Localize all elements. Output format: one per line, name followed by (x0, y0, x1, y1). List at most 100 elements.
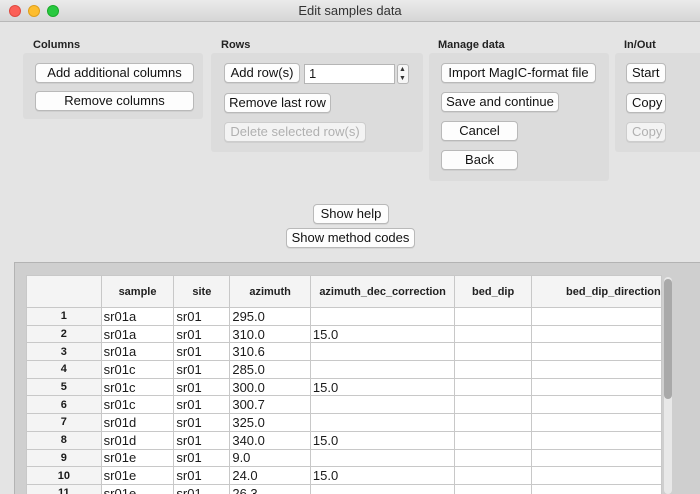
grid-cell-sample[interactable]: sr01e (100, 448, 175, 468)
grid-scroll-thumb[interactable] (664, 279, 672, 399)
grid-cell-bed-dip-direction[interactable] (530, 430, 662, 450)
grid-cell-site[interactable]: sr01 (173, 413, 231, 432)
row-count-input[interactable]: 1 (304, 64, 395, 84)
grid-cell-bed-dip-direction[interactable] (530, 342, 662, 362)
column-header-site[interactable]: site (173, 275, 231, 308)
save-and-continue-button[interactable]: Save and continue (441, 92, 559, 112)
grid-cell-site[interactable]: sr01 (173, 324, 231, 344)
grid-cell-sample[interactable]: sr01a (100, 307, 175, 326)
grid-cell-sample[interactable]: sr01c (100, 395, 175, 415)
grid-cell-bed-dip-direction[interactable] (530, 377, 662, 397)
add-rows-button[interactable]: Add row(s) (224, 63, 300, 83)
row-header[interactable]: 8 (26, 430, 102, 450)
back-button[interactable]: Back (441, 150, 518, 170)
row-header[interactable]: 6 (26, 395, 102, 415)
grid-cell-bed-dip-direction[interactable] (530, 395, 662, 415)
grid-cell-bed-dip-direction[interactable] (530, 466, 662, 485)
grid-cell-azimuth-dec-correction[interactable] (309, 307, 456, 326)
grid-cell-sample[interactable]: sr01e (100, 483, 175, 494)
grid-cell-bed-dip-direction[interactable] (530, 448, 662, 468)
grid-cell-bed-dip[interactable] (454, 466, 532, 485)
grid-cell-sample[interactable]: sr01a (100, 324, 175, 344)
grid-cell-site[interactable]: sr01 (173, 377, 231, 397)
grid-cell-azimuth-dec-correction[interactable] (309, 483, 456, 494)
stepper-up-icon[interactable]: ▲ (399, 66, 406, 74)
grid-cell-azimuth-dec-correction[interactable]: 15.0 (309, 466, 456, 485)
grid-cell-bed-dip-direction[interactable] (530, 307, 662, 326)
grid-cell-bed-dip[interactable] (454, 377, 532, 397)
column-header-sample[interactable]: sample (100, 275, 175, 308)
grid-cell-azimuth[interactable]: 310.0 (229, 324, 311, 344)
grid-cell-bed-dip[interactable] (454, 307, 532, 326)
add-columns-button[interactable]: Add additional columns (35, 63, 194, 83)
grid-cell-azimuth-dec-correction[interactable]: 15.0 (309, 377, 456, 397)
column-header-azimuth-dec-correction[interactable]: azimuth_dec_correction (309, 275, 456, 308)
grid-cell-bed-dip[interactable] (454, 324, 532, 344)
grid-cell-azimuth-dec-correction[interactable]: 15.0 (309, 324, 456, 344)
column-header-bed-dip-direction[interactable]: bed_dip_direction (530, 275, 662, 308)
row-header[interactable]: 4 (26, 360, 102, 379)
import-magic-file-button[interactable]: Import MagIC-format file (441, 63, 596, 83)
remove-columns-button[interactable]: Remove columns (35, 91, 194, 111)
grid-cell-site[interactable]: sr01 (173, 395, 231, 415)
row-header[interactable]: 9 (26, 448, 102, 468)
grid-cell-sample[interactable]: sr01a (100, 342, 175, 362)
delete-selected-rows-button[interactable]: Delete selected row(s) (224, 122, 366, 142)
grid-cell-sample[interactable]: sr01d (100, 413, 175, 432)
grid-cell-bed-dip[interactable] (454, 413, 532, 432)
grid-cell-site[interactable]: sr01 (173, 342, 231, 362)
grid-cell-azimuth[interactable]: 325.0 (229, 413, 311, 432)
grid-cell-sample[interactable]: sr01c (100, 360, 175, 379)
grid-cell-azimuth[interactable]: 300.7 (229, 395, 311, 415)
grid-cell-site[interactable]: sr01 (173, 430, 231, 450)
grid-cell-bed-dip[interactable] (454, 483, 532, 494)
grid-cell-sample[interactable]: sr01e (100, 466, 175, 485)
row-header[interactable]: 2 (26, 324, 102, 344)
stepper-down-icon[interactable]: ▼ (399, 75, 406, 83)
show-help-button[interactable]: Show help (313, 204, 389, 224)
grid-cell-site[interactable]: sr01 (173, 466, 231, 485)
grid-cell-sample[interactable]: sr01d (100, 430, 175, 450)
row-header[interactable]: 7 (26, 413, 102, 432)
grid-cell-bed-dip[interactable] (454, 430, 532, 450)
column-header-bed-dip[interactable]: bed_dip (454, 275, 532, 308)
grid-cell-bed-dip[interactable] (454, 448, 532, 468)
grid-cell-bed-dip-direction[interactable] (530, 360, 662, 379)
grid-cell-azimuth-dec-correction[interactable]: 15.0 (309, 430, 456, 450)
grid-cell-azimuth[interactable]: 300.0 (229, 377, 311, 397)
copy-disabled-button[interactable]: Copy (626, 122, 666, 142)
grid-cell-bed-dip[interactable] (454, 342, 532, 362)
grid-corner-header[interactable] (26, 275, 102, 308)
grid-cell-azimuth-dec-correction[interactable] (309, 342, 456, 362)
grid-cell-bed-dip-direction[interactable] (530, 483, 662, 494)
grid-cell-azimuth[interactable]: 310.6 (229, 342, 311, 362)
row-header[interactable]: 10 (26, 466, 102, 485)
start-button[interactable]: Start (626, 63, 666, 83)
grid-cell-site[interactable]: sr01 (173, 483, 231, 494)
row-header[interactable]: 5 (26, 377, 102, 397)
grid-vertical-scrollbar[interactable] (664, 277, 672, 494)
grid-cell-site[interactable]: sr01 (173, 360, 231, 379)
grid-cell-azimuth-dec-correction[interactable] (309, 413, 456, 432)
grid-cell-azimuth-dec-correction[interactable] (309, 448, 456, 468)
row-header[interactable]: 11 (26, 483, 102, 494)
cancel-button[interactable]: Cancel (441, 121, 518, 141)
samples-grid[interactable]: sample site azimuth azimuth_dec_correction b… (26, 275, 662, 494)
grid-cell-site[interactable]: sr01 (173, 307, 231, 326)
row-header[interactable]: 3 (26, 342, 102, 362)
grid-cell-sample[interactable]: sr01c (100, 377, 175, 397)
grid-cell-bed-dip-direction[interactable] (530, 324, 662, 344)
grid-cell-azimuth[interactable]: 9.0 (229, 448, 311, 468)
remove-last-row-button[interactable]: Remove last row (224, 93, 331, 113)
grid-cell-azimuth-dec-correction[interactable] (309, 360, 456, 379)
grid-cell-bed-dip[interactable] (454, 360, 532, 379)
show-method-codes-button[interactable]: Show method codes (286, 228, 415, 248)
grid-cell-azimuth-dec-correction[interactable] (309, 395, 456, 415)
grid-cell-azimuth[interactable]: 26.3 (229, 483, 311, 494)
grid-cell-azimuth[interactable]: 285.0 (229, 360, 311, 379)
grid-cell-azimuth[interactable]: 295.0 (229, 307, 311, 326)
grid-cell-site[interactable]: sr01 (173, 448, 231, 468)
copy-button[interactable]: Copy (626, 93, 666, 113)
grid-cell-azimuth[interactable]: 24.0 (229, 466, 311, 485)
row-header[interactable]: 1 (26, 307, 102, 326)
